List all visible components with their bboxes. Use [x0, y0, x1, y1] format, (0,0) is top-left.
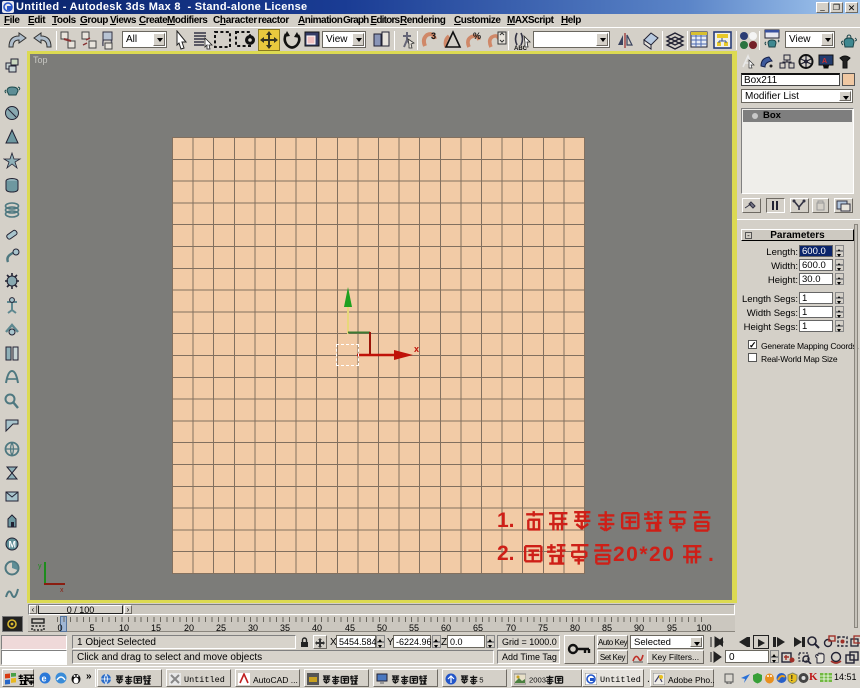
svg-text:.: .	[708, 543, 714, 566]
svg-text:y: y	[38, 563, 42, 570]
svg-text:%: %	[473, 31, 481, 41]
svg-text:20*20: 20*20	[613, 543, 675, 566]
svg-text:x: x	[60, 587, 64, 592]
svg-text:A: A	[822, 58, 827, 65]
svg-text:e: e	[42, 674, 47, 684]
svg-text:M: M	[9, 540, 17, 550]
svg-text:3: 3	[431, 31, 436, 41]
svg-text:1.: 1.	[497, 509, 515, 532]
svg-text:!: !	[791, 674, 794, 683]
svg-text:5: 5	[479, 676, 483, 685]
svg-text:2003: 2003	[529, 676, 546, 685]
svg-text:x: x	[414, 344, 419, 354]
svg-text:2.: 2.	[497, 542, 515, 565]
